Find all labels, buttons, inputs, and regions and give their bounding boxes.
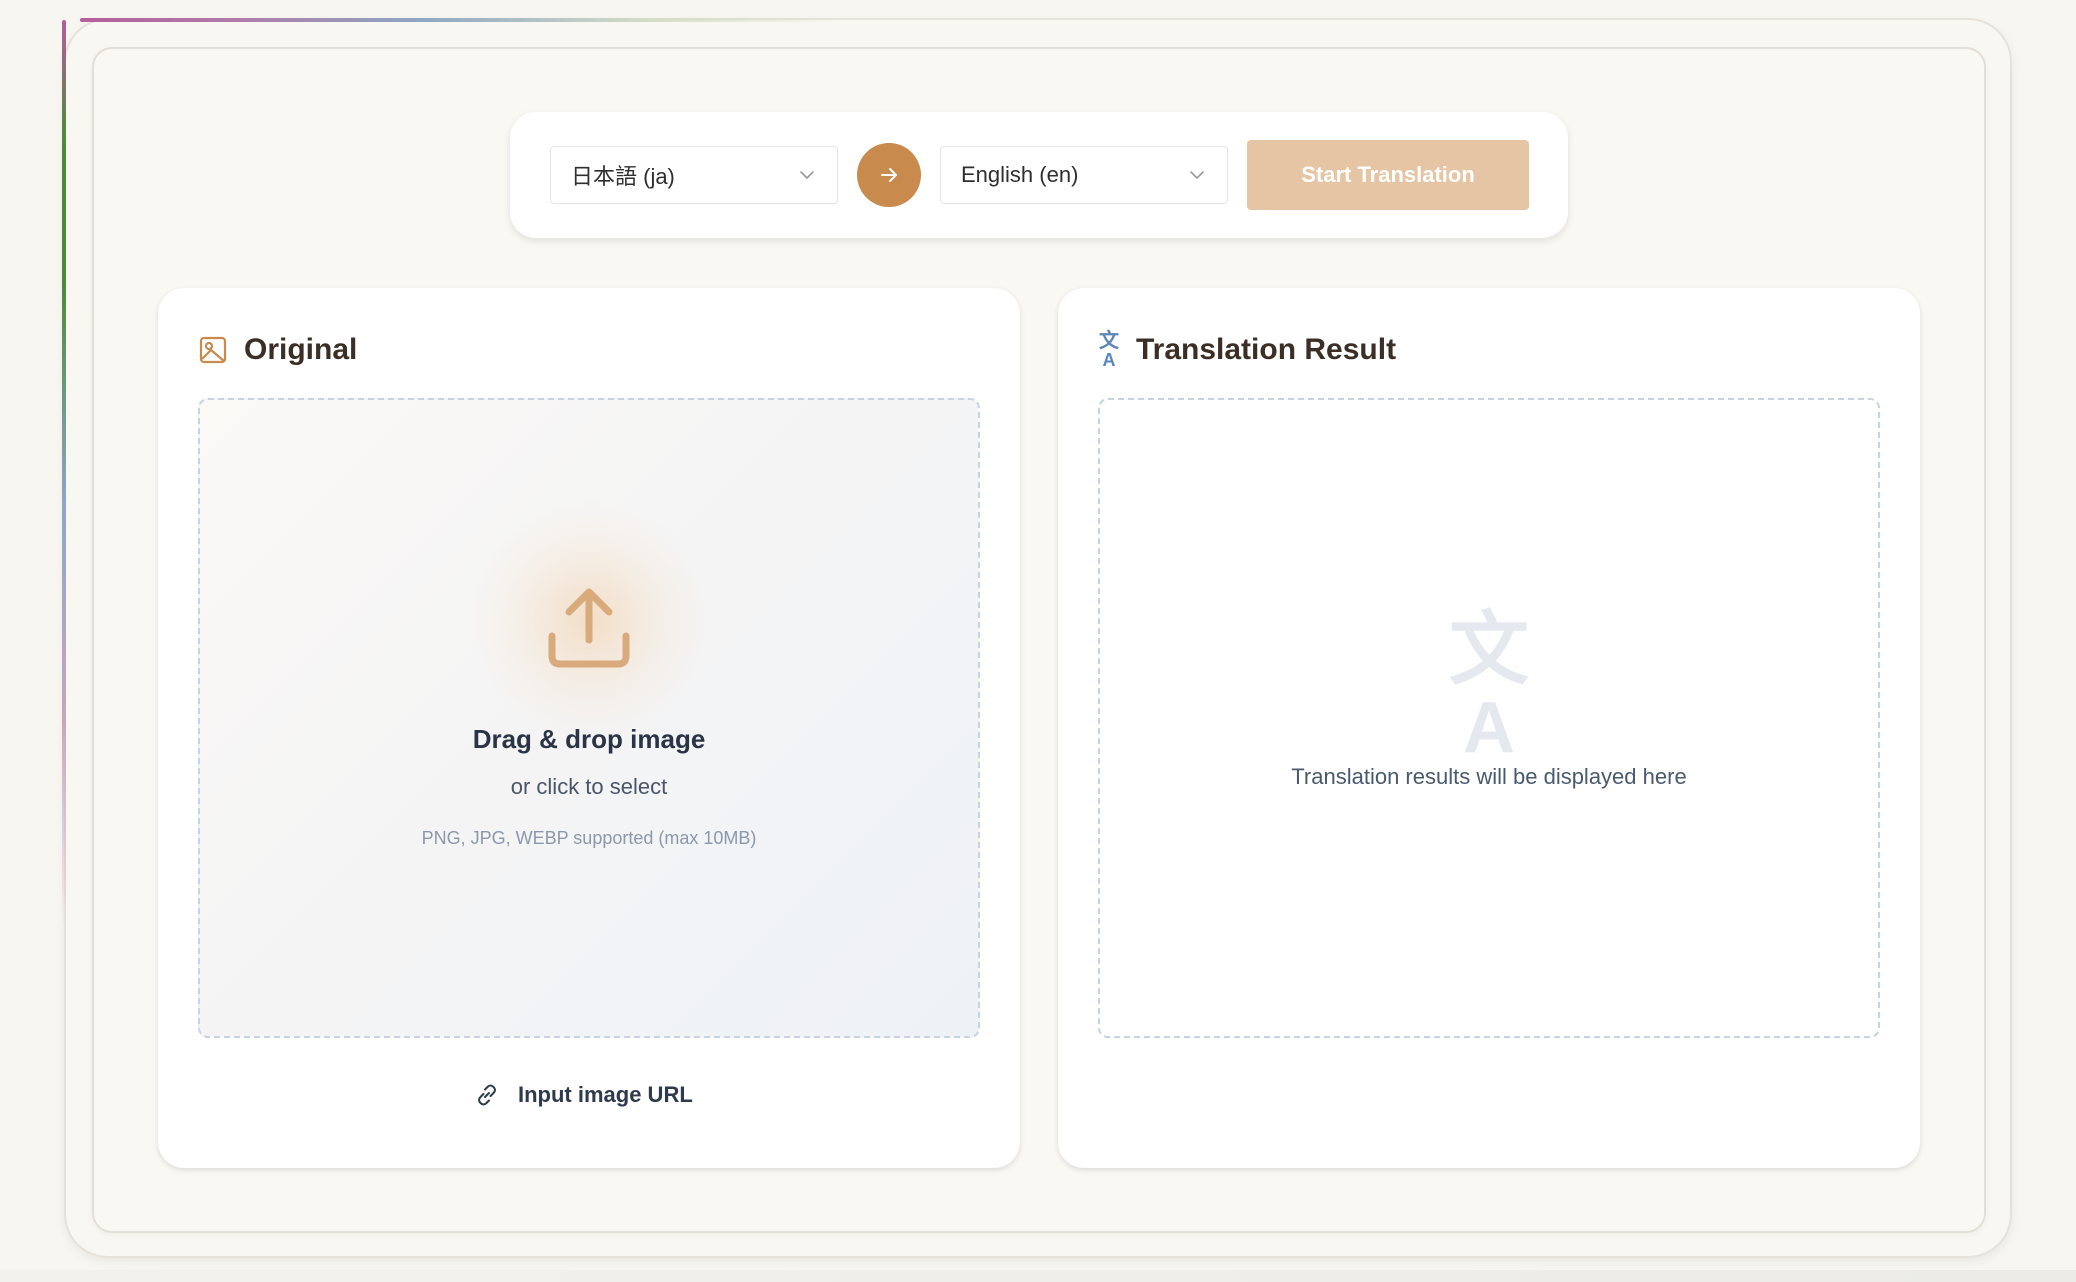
swap-languages-button[interactable] [857,143,921,207]
source-language-value: 日本語 (ja) [571,164,675,189]
chevron-down-icon [800,171,814,179]
chevron-down-icon [1190,171,1204,179]
image-icon [199,336,227,364]
translate-placeholder-icon: 文 [1449,603,1529,696]
dropzone-subtitle: or click to select [510,774,668,799]
input-image-url-link[interactable]: Input image URL [474,1080,693,1110]
translation-result-area: 文 A Translation results will be displaye… [1098,398,1880,1038]
link-icon [478,1084,496,1106]
source-language-select[interactable]: 日本語 (ja) [550,146,838,204]
target-language-value: English (en) [961,162,1079,187]
target-language-select[interactable]: English (en) [940,146,1228,204]
input-image-url-label: Input image URL [518,1082,693,1107]
frame-accent-top [80,18,840,22]
translation-placeholder-text: Translation results will be displayed he… [1291,764,1687,789]
start-translation-button[interactable]: Start Translation [1247,140,1529,210]
bottom-strip [0,1270,2076,1282]
translate-icon: 文 A [1099,328,1119,370]
arrow-right-icon [881,168,897,182]
language-toolbar: 日本語 (ja) English (en) Start Translation [510,112,1568,238]
original-card: Original Drag & drop image or click to s… [158,288,1020,1168]
dropzone-title: Drag & drop image [472,724,706,754]
image-dropzone[interactable]: Drag & drop image or click to select PNG… [198,398,980,1038]
upload-icon [548,588,630,668]
original-card-header: Original [198,330,357,370]
translation-result-title: Translation Result [1136,333,1397,366]
translate-placeholder-icon-letter: A [1463,688,1515,768]
dropzone-hint: PNG, JPG, WEBP supported (max 10MB) [421,828,757,848]
translation-result-card: 文 A Translation Result 文 A Translation r… [1058,288,1920,1168]
result-card-header: 文 A Translation Result [1098,330,1396,370]
original-title: Original [244,333,358,366]
frame-accent-left [62,20,66,1230]
